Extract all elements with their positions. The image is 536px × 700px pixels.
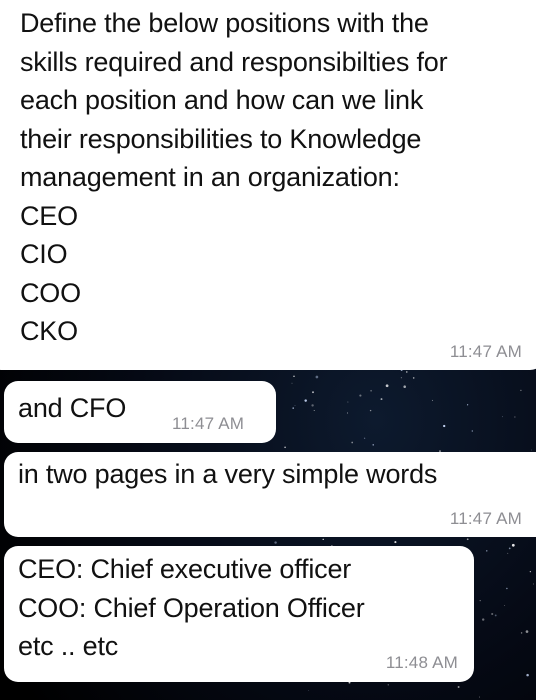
star xyxy=(494,614,497,617)
star xyxy=(400,377,403,379)
star xyxy=(529,571,531,573)
star xyxy=(526,673,529,677)
star xyxy=(274,541,277,544)
star xyxy=(292,407,294,409)
star xyxy=(467,404,469,406)
star xyxy=(508,547,511,550)
star xyxy=(347,412,349,414)
star xyxy=(457,686,460,688)
star xyxy=(482,618,485,621)
star xyxy=(291,382,293,384)
star xyxy=(315,375,319,379)
star xyxy=(359,394,362,397)
star xyxy=(293,375,295,377)
star xyxy=(372,444,374,446)
star xyxy=(311,404,314,407)
star xyxy=(308,690,310,691)
star xyxy=(511,543,515,547)
star xyxy=(520,632,523,634)
message-timestamp: 11:48 AM xyxy=(385,653,458,672)
star xyxy=(394,541,397,544)
message-bubble-4[interactable]: CEO: Chief executive officer COO: Chief … xyxy=(4,546,474,682)
star xyxy=(533,583,534,585)
star xyxy=(284,446,286,449)
star xyxy=(491,612,494,616)
star xyxy=(443,424,446,428)
star xyxy=(507,552,509,554)
message-text: in two pages in a very simple words xyxy=(18,459,438,489)
star xyxy=(380,398,383,401)
star xyxy=(304,399,307,402)
star xyxy=(531,449,533,451)
star xyxy=(514,416,516,418)
star xyxy=(347,401,349,403)
star xyxy=(351,441,354,444)
star xyxy=(486,550,488,552)
message-timestamp: 11:47 AM xyxy=(449,342,522,361)
star xyxy=(385,384,389,388)
message-timestamp: 11:47 AM xyxy=(172,414,245,433)
star xyxy=(525,630,529,633)
star xyxy=(479,696,480,698)
star xyxy=(466,538,469,541)
star xyxy=(479,600,481,602)
star xyxy=(363,437,366,439)
star xyxy=(504,605,506,606)
message-bubble-3[interactable]: in two pages in a very simple words 11:4… xyxy=(4,452,536,537)
star xyxy=(370,389,372,392)
message-text: CEO: Chief executive officer COO: Chief … xyxy=(18,554,365,661)
message-bubble-2[interactable]: and CFO 11:47 AM xyxy=(4,381,276,443)
star xyxy=(369,409,372,412)
star xyxy=(403,385,406,388)
star xyxy=(387,684,389,686)
star xyxy=(322,538,324,541)
star xyxy=(313,410,315,411)
message-text: Define the below positions with the skil… xyxy=(20,8,448,346)
star xyxy=(412,377,415,379)
message-bubble-1[interactable]: Define the below positions with the skil… xyxy=(0,0,536,370)
star xyxy=(520,389,522,392)
star xyxy=(312,391,314,394)
star xyxy=(431,399,434,402)
star xyxy=(502,416,503,418)
star xyxy=(471,430,473,432)
star xyxy=(506,587,508,590)
message-timestamp: 11:47 AM xyxy=(449,509,522,528)
star xyxy=(294,405,296,406)
star xyxy=(406,371,408,373)
